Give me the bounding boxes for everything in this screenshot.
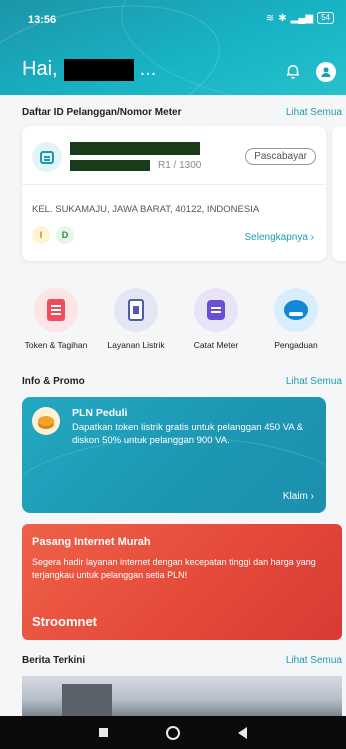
news-thumbnail[interactable] [22, 676, 342, 716]
app-header: 13:56 ≋ ✱ ▂▄▆ 54 Hai, ... [0, 0, 346, 95]
back-icon[interactable] [238, 726, 247, 739]
menu-label: Layanan Listrik [107, 340, 165, 350]
indicator-i-badge: I [32, 226, 50, 244]
battery-icon: 54 [317, 12, 334, 24]
next-meter-card[interactable] [332, 126, 346, 261]
recents-icon[interactable] [99, 728, 108, 737]
menu-token-tagihan[interactable]: Token & Tagihan [16, 288, 96, 350]
promo1-text: Dapatkan token listrik gratis untuk pela… [72, 422, 304, 446]
menu-label: Token & Tagihan [24, 340, 88, 350]
news-section-title: Berita Terkini [22, 655, 86, 666]
wifi-icon: ≋ [265, 12, 275, 24]
meter-see-all-link[interactable]: Lihat Semua [286, 107, 342, 118]
home-icon[interactable] [166, 725, 180, 740]
meter-section-title: Daftar ID Pelanggan/Nomor Meter [22, 107, 182, 118]
info-section-header: Info & Promo Lihat Semua [22, 376, 342, 387]
token-bill-icon [34, 288, 78, 332]
electricity-service-icon [114, 288, 158, 332]
postpaid-badge: Pascabayar [245, 148, 316, 165]
name-ellipsis: ... [139, 58, 157, 80]
greeting-text: Hai, [22, 58, 58, 80]
detail-link[interactable]: Selengkapnya › [245, 232, 315, 243]
coin-icon [32, 407, 60, 435]
menu-label: Pengaduan [274, 340, 318, 350]
promo-internet-card[interactable]: Pasang Internet Murah Segera hadir layan… [22, 524, 342, 640]
redacted-name [63, 58, 134, 81]
news-section-header: Berita Terkini Lihat Semua [22, 655, 342, 666]
meter-record-icon [194, 288, 238, 332]
redacted-customer-name [70, 160, 150, 171]
info-see-all-link[interactable]: Lihat Semua [286, 376, 342, 387]
meter-address: KEL. SUKAMAJU, JAWA BARAT, 40122, INDONE… [32, 204, 260, 215]
quick-menu: Token & Tagihan Layanan Listrik Catat Me… [16, 288, 336, 350]
profile-avatar-icon[interactable] [316, 62, 336, 82]
menu-layanan-listrik[interactable]: Layanan Listrik [96, 288, 176, 350]
greeting: Hai, ... [22, 58, 156, 81]
indicator-d-badge: D [56, 226, 74, 244]
signal-icon: ▂▄▆ [290, 12, 314, 24]
card-divider [22, 184, 326, 185]
complaint-icon [274, 288, 318, 332]
meter-section-header: Daftar ID Pelanggan/Nomor Meter Lihat Se… [22, 107, 342, 118]
bell-icon[interactable] [284, 62, 302, 80]
menu-label: Catat Meter [193, 340, 239, 350]
stroomnet-brand: Stroomnet [32, 614, 97, 629]
promo-pln-peduli-card[interactable]: PLN Peduli Dapatkan token listrik gratis… [22, 397, 326, 513]
news-see-all-link[interactable]: Lihat Semua [286, 655, 342, 666]
menu-catat-meter[interactable]: Catat Meter [176, 288, 256, 350]
system-nav-bar [0, 716, 346, 749]
promo2-text: Segera hadir layanan internet dengan kec… [32, 557, 316, 580]
promo2-title: Pasang Internet Murah [32, 536, 151, 548]
menu-pengaduan[interactable]: Pengaduan [256, 288, 336, 350]
status-icons: ≋ ✱ ▂▄▆ 54 [266, 12, 334, 24]
claim-button[interactable]: Klaim › [283, 491, 314, 502]
bluetooth-icon: ✱ [278, 12, 287, 24]
promo1-title: PLN Peduli [72, 407, 128, 419]
tariff-text: R1 / 1300 [158, 160, 202, 171]
status-time: 13:56 [28, 14, 57, 26]
meter-card[interactable]: R1 / 1300 Pascabayar KEL. SUKAMAJU, JAWA… [22, 126, 326, 261]
meter-icon [32, 142, 62, 172]
info-section-title: Info & Promo [22, 376, 85, 387]
redacted-customer-id [70, 142, 200, 155]
